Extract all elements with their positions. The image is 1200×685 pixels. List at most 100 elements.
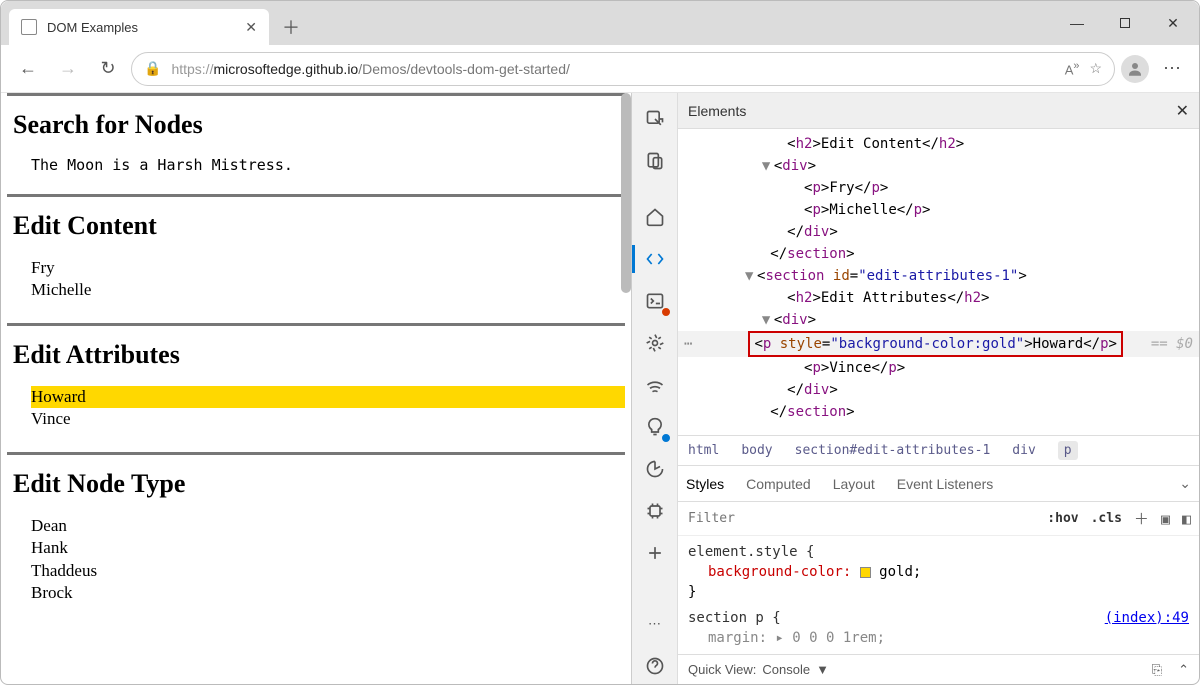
inspect-tool-icon[interactable] <box>637 101 673 137</box>
rule-close: } <box>688 582 1189 602</box>
more-tools-icon[interactable]: ⋯ <box>637 606 673 642</box>
crumb[interactable]: html <box>688 443 719 458</box>
new-tab-button[interactable]: ＋ <box>275 11 307 43</box>
url-domain: microsoftedge.github.io <box>213 61 358 77</box>
list-item: Brock <box>31 582 625 604</box>
quick-view-label: Quick View: <box>688 662 756 677</box>
device-emulation-icon[interactable] <box>637 143 673 179</box>
breadcrumb[interactable]: html body section#edit-attributes-1 div … <box>678 435 1199 465</box>
titlebar: DOM Examples ✕ ＋ — ✕ <box>1 1 1199 45</box>
hov-toggle[interactable]: :hov <box>1047 511 1078 526</box>
color-swatch-icon[interactable] <box>860 567 871 578</box>
chevron-down-icon[interactable]: ⌄ <box>1179 475 1191 492</box>
toggle-rendering-icon[interactable]: ◧ <box>1182 510 1191 528</box>
styles-filter-input[interactable] <box>686 510 1035 527</box>
chevron-down-icon[interactable]: ▼ <box>816 662 829 677</box>
quick-view-bar: Quick View: Console ▼ ⎘ ⌃ <box>678 654 1199 684</box>
lock-icon: 🔒 <box>144 60 161 77</box>
browser-tab[interactable]: DOM Examples ✕ <box>9 9 269 45</box>
elements-tool-icon[interactable] <box>637 241 673 277</box>
heading-search-nodes: Search for Nodes <box>13 110 625 140</box>
edit-content-list: Fry Michelle <box>31 257 625 301</box>
window-controls: — ✕ <box>1055 1 1195 45</box>
help-icon[interactable] <box>637 648 673 684</box>
close-window-button[interactable]: ✕ <box>1151 7 1195 39</box>
list-item-highlighted[interactable]: Howard <box>31 386 625 408</box>
styles-filter-bar: :hov .cls ＋ ▣ ◧ <box>678 501 1199 535</box>
dom-tree[interactable]: <h2>Edit Content</h2> ▼<div> <p>Fry</p> … <box>678 129 1199 435</box>
lighthouse-tool-icon[interactable] <box>637 409 673 445</box>
crumb[interactable]: body <box>741 443 772 458</box>
quick-view-tool-icon[interactable]: ⎘ <box>1152 662 1162 678</box>
edit-node-list: Dean Hank Thaddeus Brock <box>31 515 625 603</box>
dom-selected-row[interactable]: ⋯ <p style="background-color:gold">Howar… <box>678 331 1199 357</box>
flexbox-editor-icon[interactable]: ▣ <box>1161 510 1170 528</box>
devtools-close-icon[interactable]: ✕ <box>1176 101 1189 121</box>
address-bar[interactable]: 🔒 https://microsoftedge.github.io/Demos/… <box>131 52 1115 86</box>
crumb[interactable]: section#edit-attributes-1 <box>795 443 991 458</box>
tab-styles[interactable]: Styles <box>686 476 724 492</box>
menu-button[interactable]: ⋯ <box>1155 52 1189 86</box>
quick-view-value[interactable]: Console <box>762 662 810 677</box>
browser-window: DOM Examples ✕ ＋ — ✕ ← → ↻ 🔒 https://mic… <box>0 0 1200 685</box>
styles-pane[interactable]: element.style { background-color: gold; … <box>678 535 1199 654</box>
rule-selector: section p { <box>688 610 781 626</box>
performance-tool-icon[interactable] <box>637 451 673 487</box>
favorites-icon[interactable]: ☆ <box>1089 60 1102 77</box>
forward-button: → <box>51 52 85 86</box>
edit-attributes-list: Howard Vince <box>31 386 625 430</box>
heading-edit-attributes: Edit Attributes <box>13 340 625 370</box>
devtools: ⋯ Elements ✕ <h2>Edit Content</h2> ▼<div… <box>631 93 1199 684</box>
list-item: Thaddeus <box>31 560 625 582</box>
page-scrollbar[interactable] <box>621 93 631 293</box>
maximize-button[interactable] <box>1103 7 1147 39</box>
back-button[interactable]: ← <box>11 52 45 86</box>
url-path: /Demos/devtools-dom-get-started/ <box>358 61 570 77</box>
crumb-selected[interactable]: p <box>1058 441 1078 460</box>
tab-computed[interactable]: Computed <box>746 476 811 492</box>
selected-indicator: == $0 <box>1151 333 1199 355</box>
read-aloud-icon[interactable]: A» <box>1065 60 1080 77</box>
chevron-up-icon[interactable]: ⌃ <box>1178 662 1189 678</box>
url-protocol: https:// <box>171 61 213 77</box>
welcome-tool-icon[interactable] <box>637 199 673 235</box>
page-content: Search for Nodes The Moon is a Harsh Mis… <box>1 93 631 684</box>
tab-close-icon[interactable]: ✕ <box>245 19 257 36</box>
tab-title: DOM Examples <box>47 20 138 35</box>
heading-edit-node-type: Edit Node Type <box>13 469 625 499</box>
minimize-button[interactable]: — <box>1055 7 1099 39</box>
panel-title: Elements <box>688 103 746 119</box>
tab-event-listeners[interactable]: Event Listeners <box>897 476 994 492</box>
devtools-panel-header: Elements ✕ <box>678 93 1199 129</box>
devtools-body: Elements ✕ <h2>Edit Content</h2> ▼<div> … <box>678 93 1199 684</box>
source-link[interactable]: (index):49 <box>1105 608 1189 628</box>
css-value[interactable]: gold; <box>879 564 921 580</box>
list-item: Hank <box>31 537 625 559</box>
toolbar: ← → ↻ 🔒 https://microsoftedge.github.io/… <box>1 45 1199 93</box>
list-item: Dean <box>31 515 625 537</box>
main-area: Search for Nodes The Moon is a Harsh Mis… <box>1 93 1199 684</box>
tab-layout[interactable]: Layout <box>833 476 875 492</box>
refresh-button[interactable]: ↻ <box>91 52 125 86</box>
crumb[interactable]: div <box>1012 443 1035 458</box>
devtools-activity-bar: ⋯ <box>632 93 678 684</box>
profile-button[interactable] <box>1121 55 1149 83</box>
overflow-icon[interactable]: ⋯ <box>678 333 698 355</box>
sources-tool-icon[interactable] <box>637 325 673 361</box>
console-tool-icon[interactable] <box>637 283 673 319</box>
list-item: Michelle <box>31 279 625 301</box>
network-tool-icon[interactable] <box>637 367 673 403</box>
add-tool-icon[interactable] <box>637 535 673 571</box>
new-style-rule-icon[interactable]: ＋ <box>1134 508 1149 529</box>
page-favicon-icon <box>21 19 37 35</box>
list-item: Vince <box>31 408 625 430</box>
css-prop[interactable]: background-color: <box>708 564 851 580</box>
memory-tool-icon[interactable] <box>637 493 673 529</box>
rule-selector: element.style { <box>688 542 1189 562</box>
styles-tabs: Styles Computed Layout Event Listeners ⌄ <box>678 465 1199 501</box>
cls-toggle[interactable]: .cls <box>1091 511 1122 526</box>
heading-edit-content: Edit Content <box>13 211 625 241</box>
list-item: Fry <box>31 257 625 279</box>
css-margin-line[interactable]: margin: ▸ 0 0 0 1rem; <box>688 628 1189 648</box>
search-sample-text: The Moon is a Harsh Mistress. <box>31 156 625 174</box>
